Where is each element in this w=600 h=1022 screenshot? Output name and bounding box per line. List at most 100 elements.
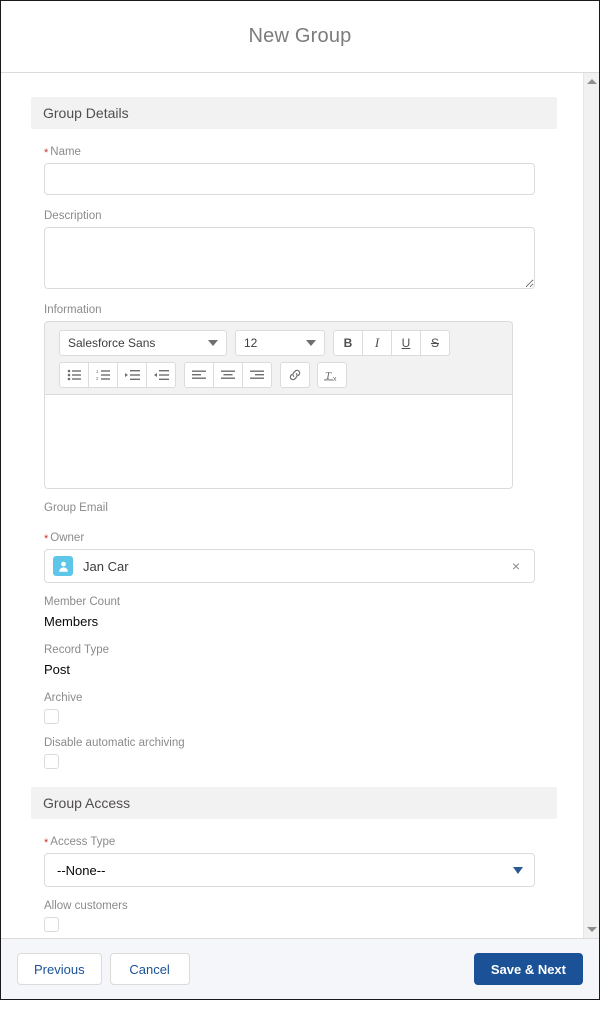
numbered-list-icon: 1 2 — [96, 369, 110, 381]
strikethrough-button[interactable]: S — [420, 330, 450, 356]
modal-scroll-area[interactable]: Group Details * Name Description Informat… — [1, 73, 583, 938]
field-archive: Archive — [44, 691, 557, 724]
align-center-icon — [221, 370, 235, 379]
record-type-label: Record Type — [44, 644, 109, 656]
underline-icon: U — [401, 336, 411, 350]
field-allow-customers: Allow customers — [44, 899, 557, 932]
chevron-down-icon — [306, 340, 316, 346]
modal-header: New Group — [1, 1, 599, 73]
scroll-up-arrow-icon[interactable] — [584, 73, 599, 90]
clear-formatting-icon: T x — [324, 370, 337, 382]
member-count-label: Member Count — [44, 596, 121, 608]
required-asterisk: * — [44, 837, 49, 849]
link-icon — [289, 369, 301, 381]
outdent-button[interactable] — [146, 362, 176, 388]
field-owner: * Owner Jan Car × — [44, 531, 557, 583]
owner-label-text: Owner — [50, 532, 85, 544]
remove-formatting-button[interactable]: T x — [317, 362, 347, 388]
cancel-button[interactable]: Cancel — [109, 953, 190, 985]
indent-button[interactable] — [117, 362, 147, 388]
bulleted-list-button[interactable] — [59, 362, 89, 388]
archive-checkbox[interactable] — [44, 709, 59, 724]
rte-toolbar-row-2: 1 2 T x — [59, 362, 504, 388]
save-and-next-button[interactable]: Save & Next — [473, 953, 583, 985]
strikethrough-icon: S — [430, 336, 439, 350]
name-input[interactable] — [44, 163, 535, 195]
allow-customers-label: Allow customers — [44, 900, 128, 912]
access-type-label-text: Access Type — [50, 836, 116, 848]
modal-footer: Previous Cancel Save & Next — [1, 939, 599, 999]
rich-text-editor: Salesforce Sans 12 B I U S 1 2 T x — [44, 321, 513, 489]
field-group-email: Group Email — [44, 501, 557, 515]
description-textarea[interactable] — [44, 227, 535, 289]
description-label: Description — [44, 210, 102, 222]
archive-label: Archive — [44, 692, 83, 704]
section-header-group-access: Group Access — [31, 787, 557, 819]
section-header-group-details: Group Details — [31, 97, 557, 129]
align-left-button[interactable] — [184, 362, 214, 388]
align-left-icon — [192, 370, 206, 379]
text-format-button-group: B I U S — [333, 330, 450, 356]
bulleted-list-icon — [67, 369, 81, 381]
bold-button[interactable]: B — [333, 330, 363, 356]
field-member-count: Member Count Members — [44, 595, 557, 631]
field-record-type: Record Type Post — [44, 643, 557, 679]
rte-content-area[interactable] — [44, 394, 513, 489]
access-type-label: * Access Type — [44, 835, 557, 849]
scroll-down-arrow-icon[interactable] — [584, 921, 599, 938]
clear-owner-icon[interactable]: × — [508, 558, 524, 574]
field-name: * Name — [44, 145, 557, 195]
underline-button[interactable]: U — [391, 330, 421, 356]
rte-toolbar: Salesforce Sans 12 B I U S 1 2 T x — [44, 321, 513, 394]
new-group-modal: New Group Group Details * Name Descriptio… — [0, 0, 600, 1000]
owner-lookup-input[interactable]: Jan Car × — [44, 549, 535, 583]
field-access-type: * Access Type --None-- — [44, 835, 557, 887]
group-email-label: Group Email — [44, 502, 108, 514]
align-center-button[interactable] — [213, 362, 243, 388]
access-type-value: --None-- — [57, 862, 106, 878]
chevron-down-icon — [208, 340, 218, 346]
svg-text:1: 1 — [96, 369, 99, 374]
svg-text:2: 2 — [96, 376, 99, 381]
font-family-value: Salesforce Sans — [68, 336, 156, 350]
owner-label: * Owner — [44, 531, 557, 545]
modal-body-wrapper: Group Details * Name Description Informat… — [1, 73, 599, 939]
section-title: Group Access — [43, 795, 131, 811]
previous-button[interactable]: Previous — [17, 953, 102, 985]
font-family-select[interactable]: Salesforce Sans — [59, 330, 227, 356]
numbered-list-button[interactable]: 1 2 — [88, 362, 118, 388]
field-disable-auto-archiving: Disable automatic archiving — [44, 736, 557, 769]
indent-icon — [124, 370, 140, 380]
owner-value: Jan Car — [83, 558, 129, 574]
align-right-icon — [250, 370, 264, 379]
rte-toolbar-row-1: Salesforce Sans 12 B I U S — [59, 330, 504, 356]
access-type-select-wrapper: --None-- — [44, 853, 535, 887]
user-avatar-icon — [53, 556, 73, 576]
group-details-fields: * Name Description Information Salesforc… — [1, 145, 583, 769]
insert-link-button[interactable] — [280, 362, 310, 388]
section-title: Group Details — [43, 105, 129, 121]
required-asterisk: * — [44, 533, 49, 545]
italic-button[interactable]: I — [362, 330, 392, 356]
chevron-down-icon — [513, 867, 523, 874]
align-button-group — [184, 362, 272, 388]
disable-auto-archiving-label: Disable automatic archiving — [44, 737, 185, 749]
italic-icon: I — [374, 335, 380, 350]
required-asterisk: * — [44, 147, 49, 159]
font-size-value: 12 — [244, 336, 258, 350]
access-type-select[interactable]: --None-- — [44, 853, 535, 887]
font-size-select[interactable]: 12 — [235, 330, 325, 356]
member-count-value: Members — [44, 614, 99, 629]
name-label: * Name — [44, 145, 557, 159]
field-information: Information Salesforce Sans 12 B I U S 1… — [44, 303, 557, 489]
person-glyph-icon — [58, 561, 68, 572]
group-access-fields: * Access Type --None-- Allow customers — [1, 835, 583, 932]
page-title: New Group — [248, 25, 352, 47]
svg-text:x: x — [333, 376, 337, 382]
vertical-scrollbar[interactable] — [583, 73, 599, 938]
align-right-button[interactable] — [242, 362, 272, 388]
disable-auto-archiving-checkbox[interactable] — [44, 754, 59, 769]
bold-icon: B — [343, 336, 353, 350]
outdent-icon — [153, 370, 169, 380]
allow-customers-checkbox[interactable] — [44, 917, 59, 932]
